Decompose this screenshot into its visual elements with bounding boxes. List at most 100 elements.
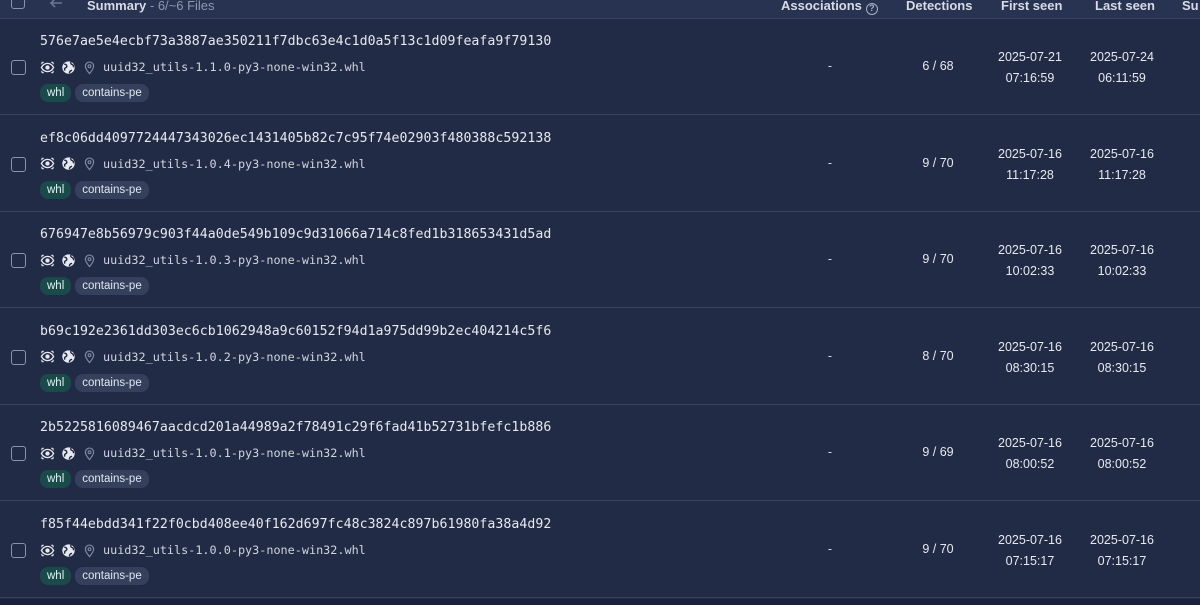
- tag-list: whl contains-pe: [40, 180, 149, 199]
- back-arrow-icon[interactable]: [48, 0, 64, 11]
- first-seen-date: 2025-07-16: [998, 533, 1062, 547]
- last-seen-time: 11:17:28: [1098, 167, 1146, 182]
- tag-list: whl contains-pe: [40, 84, 149, 102]
- submitters-header[interactable]: Su: [1182, 0, 1199, 13]
- location-pin-icon[interactable]: [82, 156, 97, 171]
- last-seen-date: 2025-07-16: [1090, 533, 1154, 547]
- row-checkbox[interactable]: [11, 349, 26, 365]
- row-checkbox[interactable]: [11, 60, 26, 75]
- last-seen-time: 06:11:59: [1098, 71, 1146, 85]
- row-checkbox[interactable]: [11, 253, 26, 269]
- tag-contains-pe[interactable]: contains-pe: [75, 373, 149, 392]
- detections-value[interactable]: 6 / 68: [900, 59, 976, 73]
- table-row: 676947e8b56979c903f44a0de549b109c9d31066…: [0, 212, 1200, 309]
- file-meta-line: uuid32_utils-1.0.4-py3-none-win32.whl: [40, 156, 366, 172]
- last-seen-date: 2025-07-16: [1090, 243, 1154, 258]
- tag-whl[interactable]: whl: [40, 373, 72, 392]
- file-name: uuid32_utils-1.1.0-py3-none-win32.whl: [103, 60, 366, 74]
- first-seen-time: 11:17:28: [1006, 167, 1054, 182]
- select-all-checkbox[interactable]: [11, 0, 25, 9]
- eye-scan-icon[interactable]: [40, 349, 55, 364]
- detections-value[interactable]: 9 / 69: [900, 445, 976, 459]
- first-seen-date: 2025-07-21: [998, 50, 1062, 64]
- globe-icon[interactable]: [61, 253, 76, 268]
- associations-header[interactable]: Associations?: [781, 0, 878, 15]
- tag-contains-pe[interactable]: contains-pe: [75, 84, 149, 102]
- info-icon[interactable]: ?: [865, 3, 878, 15]
- last-seen-date: 2025-07-16: [1090, 436, 1154, 451]
- eye-scan-icon[interactable]: [40, 446, 55, 461]
- detections-value[interactable]: 9 / 70: [900, 156, 976, 170]
- last-seen-value: 2025-07-16 08:30:15: [1077, 337, 1167, 379]
- location-pin-icon[interactable]: [82, 60, 97, 75]
- first-seen-value: 2025-07-16 08:00:52: [985, 433, 1075, 475]
- eye-scan-icon[interactable]: [40, 60, 55, 75]
- detections-value[interactable]: 9 / 70: [900, 542, 976, 556]
- tag-contains-pe[interactable]: contains-pe: [75, 277, 149, 296]
- last-seen-header[interactable]: Last seen: [1095, 0, 1155, 13]
- associations-label: Associations: [781, 0, 862, 13]
- globe-icon[interactable]: [61, 60, 76, 75]
- first-seen-value: 2025-07-16 08:30:15: [985, 337, 1075, 379]
- file-meta-line: uuid32_utils-1.0.0-py3-none-win32.whl: [40, 542, 366, 558]
- tag-contains-pe[interactable]: contains-pe: [75, 470, 149, 489]
- table-row: 2b5225816089467aacdcd201a44989a2f78491c2…: [0, 405, 1200, 502]
- detections-header[interactable]: Detections: [906, 0, 972, 13]
- eye-scan-icon[interactable]: [40, 543, 55, 558]
- detections-value[interactable]: 8 / 70: [900, 349, 976, 363]
- file-meta-line: uuid32_utils-1.0.2-py3-none-win32.whl: [40, 349, 366, 365]
- tag-whl[interactable]: whl: [40, 277, 72, 296]
- first-seen-value: 2025-07-16 10:02:33: [985, 240, 1075, 282]
- file-name: uuid32_utils-1.0.0-py3-none-win32.whl: [103, 543, 366, 557]
- location-pin-icon[interactable]: [82, 446, 97, 461]
- file-hash-link[interactable]: 676947e8b56979c903f44a0de549b109c9d31066…: [40, 227, 551, 242]
- tag-whl[interactable]: whl: [40, 180, 72, 199]
- tag-contains-pe[interactable]: contains-pe: [75, 180, 149, 199]
- first-seen-time: 08:00:52: [1005, 457, 1055, 472]
- last-seen-time: 08:00:52: [1097, 457, 1147, 472]
- bottom-edge: [0, 599, 1200, 605]
- location-pin-icon[interactable]: [82, 349, 97, 364]
- summary-header: Summary - 6/~6 Files: [87, 0, 215, 13]
- globe-icon[interactable]: [61, 156, 76, 171]
- row-checkbox[interactable]: [11, 446, 26, 462]
- tag-whl[interactable]: whl: [40, 567, 72, 585]
- row-checkbox[interactable]: [11, 543, 26, 558]
- last-seen-value: 2025-07-16 07:15:17: [1077, 530, 1167, 572]
- location-pin-icon[interactable]: [82, 253, 97, 268]
- file-hash-link[interactable]: ef8c06dd4097724447343026ec1431405b82c7c9…: [40, 131, 551, 146]
- last-seen-time: 08:30:15: [1097, 360, 1147, 375]
- table-row: f85f44ebdd341f22f0cbd408ee40f162d697fc48…: [0, 502, 1200, 598]
- last-seen-time: 07:15:17: [1097, 554, 1147, 568]
- detections-value[interactable]: 9 / 70: [900, 252, 976, 266]
- table-row: ef8c06dd4097724447343026ec1431405b82c7c9…: [0, 115, 1200, 212]
- file-hash-link[interactable]: 576e7ae5e4ecbf73a3887ae350211f7dbc63e4c1…: [40, 34, 551, 49]
- first-seen-time: 10:02:33: [1005, 264, 1055, 279]
- tag-contains-pe[interactable]: contains-pe: [75, 567, 149, 585]
- table-row: b69c192e2361dd303ec6cb1062948a9c60152f94…: [0, 308, 1200, 405]
- row-checkbox[interactable]: [11, 156, 26, 172]
- file-meta-line: uuid32_utils-1.1.0-py3-none-win32.whl: [40, 59, 366, 75]
- tag-list: whl contains-pe: [40, 470, 149, 489]
- globe-icon[interactable]: [61, 446, 76, 461]
- file-hash-link[interactable]: 2b5225816089467aacdcd201a44989a2f78491c2…: [40, 420, 551, 435]
- first-seen-time: 07:16:59: [1005, 71, 1055, 85]
- tag-whl[interactable]: whl: [40, 84, 72, 102]
- first-seen-date: 2025-07-16: [998, 436, 1062, 451]
- file-name: uuid32_utils-1.0.2-py3-none-win32.whl: [103, 349, 366, 364]
- tag-whl[interactable]: whl: [40, 470, 72, 489]
- globe-icon[interactable]: [61, 349, 76, 364]
- summary-label: Summary: [87, 0, 147, 13]
- file-meta-line: uuid32_utils-1.0.1-py3-none-win32.whl: [40, 445, 366, 461]
- last-seen-value: 2025-07-24 06:11:59: [1077, 47, 1167, 89]
- file-meta-line: uuid32_utils-1.0.3-py3-none-win32.whl: [40, 252, 366, 268]
- eye-scan-icon[interactable]: [40, 156, 55, 171]
- file-hash-link[interactable]: b69c192e2361dd303ec6cb1062948a9c60152f94…: [40, 324, 551, 339]
- location-pin-icon[interactable]: [82, 543, 97, 558]
- globe-icon[interactable]: [61, 543, 76, 558]
- eye-scan-icon[interactable]: [40, 253, 55, 268]
- first-seen-header[interactable]: First seen: [1001, 0, 1062, 13]
- table-row: 576e7ae5e4ecbf73a3887ae350211f7dbc63e4c1…: [0, 19, 1200, 115]
- associations-value: -: [827, 348, 833, 363]
- file-hash-link[interactable]: f85f44ebdd341f22f0cbd408ee40f162d697fc48…: [40, 517, 551, 532]
